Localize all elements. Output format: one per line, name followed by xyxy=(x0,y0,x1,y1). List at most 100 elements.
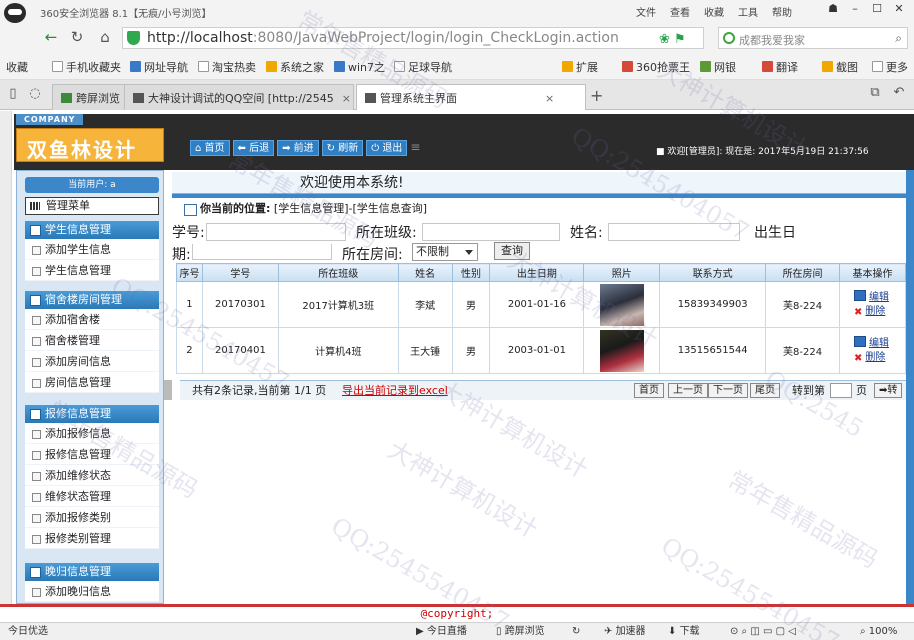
grid-icon xyxy=(562,61,573,72)
toolbar-screenshot[interactable]: 截图 xyxy=(822,59,858,75)
close-window-button[interactable]: ✕ xyxy=(888,2,910,18)
toolbar-translate[interactable]: 翻译 xyxy=(762,59,798,75)
sidebar-item-add-student[interactable]: 添加学生信息 xyxy=(25,239,159,260)
col-contact: 联系方式 xyxy=(659,263,767,282)
group-header-repair[interactable]: 报修信息管理 xyxy=(25,405,159,423)
name-input[interactable] xyxy=(608,223,740,241)
cell-gender: 男 xyxy=(451,281,491,328)
refresh-button[interactable]: ↻ 刷新 xyxy=(321,140,364,156)
back-button[interactable]: ⬅ 后退 xyxy=(232,140,275,156)
sidebar-item-category-manage[interactable]: 报修类别管理 xyxy=(25,528,159,549)
tab-cross-screen[interactable]: 跨屏浏览 xyxy=(52,84,129,110)
close-tab-icon[interactable]: × xyxy=(545,92,554,105)
menu-view[interactable]: 查看 xyxy=(670,8,690,19)
logo: 双鱼林设计 xyxy=(16,128,164,162)
status-live[interactable]: ▶ 今日直播 xyxy=(416,623,467,640)
logo-text: 双鱼林设计 xyxy=(27,138,137,162)
room-select[interactable]: 不限制 xyxy=(412,243,478,261)
bookmark-system-home[interactable]: 系统之家 xyxy=(266,59,324,75)
home-icon[interactable]: ⌂ xyxy=(94,28,116,48)
status-refresh-icon[interactable]: ↻ xyxy=(572,623,580,640)
skin-icon[interactable]: ☗ xyxy=(822,2,844,18)
edit-link[interactable]: 编辑 xyxy=(854,336,905,351)
group-header-dorm[interactable]: 宿舍楼房间管理 xyxy=(25,291,159,309)
sidebar-item-add-repair[interactable]: 添加报修信息 xyxy=(25,423,159,444)
menu-lines-icon: ≡ xyxy=(410,140,421,154)
delete-link[interactable]: ✖ 删除 xyxy=(854,351,905,365)
address-bar[interactable]: http://localhost:8080/JavaWebProject/log… xyxy=(122,27,704,49)
sidebar-item-add-category[interactable]: 添加报修类别 xyxy=(25,507,159,528)
bookmark-mobile[interactable]: 手机收藏夹 xyxy=(52,59,121,75)
search-box[interactable]: 成都我爱我家 ⌕ xyxy=(718,27,908,49)
toolbar-extensions[interactable]: 扩展 xyxy=(562,59,598,75)
bookmark-win7[interactable]: win7之 xyxy=(334,59,385,75)
status-accelerator[interactable]: ✈ 加速器 xyxy=(604,623,646,640)
bookmark-favorites[interactable]: 收藏 xyxy=(6,59,28,75)
menu-file[interactable]: 文件 xyxy=(636,8,656,19)
menu-favorites[interactable]: 收藏 xyxy=(704,8,724,19)
toolbar-bank[interactable]: 网银 xyxy=(700,59,736,75)
sidebar-item-add-room[interactable]: 添加房间信息 xyxy=(25,351,159,372)
undo-close-icon[interactable]: ↶ xyxy=(888,85,910,105)
last-page-button[interactable]: 尾页 xyxy=(750,383,780,398)
new-tab-icon[interactable]: + xyxy=(590,86,603,105)
maximize-button[interactable]: ☐ xyxy=(866,2,888,18)
birth-input[interactable] xyxy=(192,244,332,260)
extension-icons[interactable]: ❀ ⚑ xyxy=(659,32,686,47)
tab-admin-main[interactable]: 管理系统主界面 × xyxy=(356,84,586,110)
toolbar-more[interactable]: 更多 xyxy=(872,59,908,75)
sidebar-item-add-building[interactable]: 添加宿舍楼 xyxy=(25,309,159,330)
minimize-button[interactable]: – xyxy=(844,2,866,18)
cell-gender: 男 xyxy=(451,327,491,374)
bookmark-nav[interactable]: 网址导航 xyxy=(130,59,188,75)
sidebar-item-status-manage[interactable]: 维修状态管理 xyxy=(25,486,159,507)
edit-link[interactable]: 编辑 xyxy=(854,290,905,305)
status-tools-icons[interactable]: ⊙ ⌕ ◫ ▭ ▢ ◁ xyxy=(730,623,796,640)
close-tab-icon[interactable]: × xyxy=(342,92,351,105)
sidebar-item-room-manage[interactable]: 房间信息管理 xyxy=(25,372,159,393)
delete-link[interactable]: ✖ 删除 xyxy=(854,305,905,319)
toolbar-ticket[interactable]: 360抢票王 xyxy=(622,59,690,75)
header-status: ■ 欢迎[管理员]: 现在是: 2017年5月19日 21:37:56 xyxy=(656,147,869,157)
menu-tools[interactable]: 工具 xyxy=(738,8,758,19)
welcome-bar: 欢迎使用本系统! xyxy=(172,172,906,194)
restore-tab-icon[interactable]: ◌ xyxy=(24,86,46,106)
student-no-input[interactable] xyxy=(206,223,346,241)
home-button[interactable]: ⌂ 首页 xyxy=(190,140,230,156)
reload-icon[interactable]: ↻ xyxy=(66,28,88,48)
col-birth: 出生日期 xyxy=(489,263,585,282)
sidebar-item-add-status[interactable]: 添加维修状态 xyxy=(25,465,159,486)
query-button[interactable]: 查询 xyxy=(494,242,530,260)
bookmark-football[interactable]: 足球导航 xyxy=(394,59,452,75)
forward-button[interactable]: ➡ 前进 xyxy=(277,140,319,156)
sidebar-item-building-manage[interactable]: 宿舍楼管理 xyxy=(25,330,159,351)
group-header-late-return[interactable]: 晚归信息管理 xyxy=(25,563,159,581)
status-cross-screen[interactable]: ▯ 跨屏浏览 xyxy=(496,623,545,640)
status-daily-pick[interactable]: 今日优选 xyxy=(8,623,48,640)
export-excel-link[interactable]: 导出当前记录到excel xyxy=(342,381,448,401)
sidebar-item-add-late-return[interactable]: 添加晚归信息 xyxy=(25,581,159,602)
windows-icon xyxy=(266,61,277,72)
tab-overview-icon[interactable]: ⧉ xyxy=(864,85,886,105)
search-icon[interactable]: ⌕ xyxy=(895,31,902,46)
sidebar-item-student-manage[interactable]: 学生信息管理 xyxy=(25,260,159,281)
tab-qq-space[interactable]: 大神设计调试的QQ空间 [http://2545 × xyxy=(124,84,354,110)
status-download[interactable]: ⬇ 下载 xyxy=(668,623,700,640)
group-repair: 报修信息管理 添加报修信息 报修信息管理 添加维修状态 维修状态管理 添加报修类… xyxy=(25,405,159,549)
goto-page-input[interactable] xyxy=(830,383,852,398)
group-header-student[interactable]: 学生信息管理 xyxy=(25,221,159,239)
ticket-icon xyxy=(622,61,633,72)
sidebar-item-repair-manage[interactable]: 报修信息管理 xyxy=(25,444,159,465)
back-arrow-icon[interactable]: ← xyxy=(40,28,62,48)
prev-page-button[interactable]: 上一页 xyxy=(668,383,708,398)
sidebar-collapse-handle[interactable] xyxy=(164,380,172,400)
next-page-button[interactable]: 下一页 xyxy=(708,383,748,398)
tab-list-icon[interactable]: ▯ xyxy=(2,86,24,106)
goto-button[interactable]: ➡转 xyxy=(874,383,903,398)
logout-button[interactable]: ⏻ 退出 xyxy=(366,140,408,156)
first-page-button[interactable]: 首页 xyxy=(634,383,664,398)
class-input[interactable] xyxy=(422,223,560,241)
menu-help[interactable]: 帮助 xyxy=(772,8,792,19)
zoom-level[interactable]: ⌕ 100% xyxy=(860,623,897,640)
bookmark-taobao[interactable]: 淘宝热卖 xyxy=(198,59,256,75)
